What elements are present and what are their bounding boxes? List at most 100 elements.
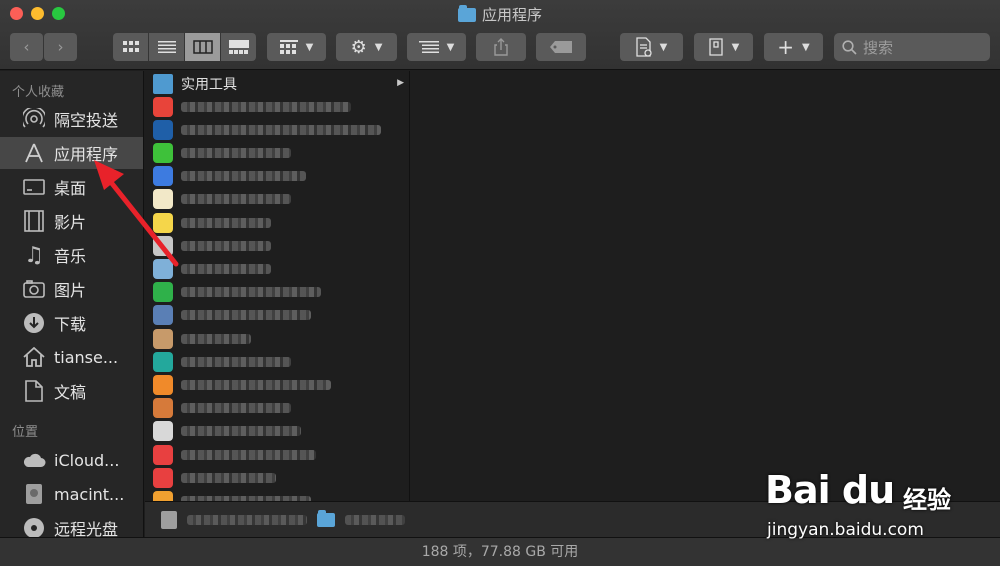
group-by-button[interactable]: ▼ (267, 33, 326, 61)
sidebar-item-label: 影片 (54, 213, 87, 232)
share-icon (494, 38, 508, 56)
baidu-logo: Bai du (765, 468, 895, 512)
list-item-app[interactable] (145, 165, 409, 188)
search-icon (842, 39, 857, 55)
list-item-app[interactable] (145, 211, 409, 234)
app-icon (153, 119, 173, 140)
path-segment[interactable] (187, 514, 307, 525)
path-segment[interactable] (345, 514, 405, 525)
list-item-utilities[interactable]: 实用工具 ▶ (145, 72, 409, 95)
arrange-button[interactable]: ▼ (407, 33, 466, 61)
archive-button[interactable]: ▼ (694, 33, 753, 61)
back-button[interactable]: ‹ (10, 33, 43, 61)
action-menu-button[interactable]: ⚙ ▼ (336, 33, 397, 61)
sidebar-item-music[interactable]: ♫ 音乐 (0, 239, 143, 271)
list-item-app[interactable] (145, 95, 409, 118)
sidebar-item-airdrop[interactable]: 隔空投送 (0, 103, 143, 135)
list-item-app[interactable] (145, 257, 409, 280)
search-placeholder: 搜索 (863, 38, 894, 57)
chevron-down-icon: ▼ (659, 41, 668, 53)
list-item-app[interactable] (145, 350, 409, 373)
sidebar-item-pictures[interactable]: 图片 (0, 273, 143, 305)
app-name-blurred (181, 379, 331, 390)
list-item-app[interactable] (145, 327, 409, 350)
sidebar-item-label: iCloud... (54, 450, 120, 470)
chevron-right-icon: › (57, 38, 64, 56)
app-name-blurred (181, 124, 381, 135)
sidebar-item-downloads[interactable]: 下载 (0, 307, 143, 339)
title-bar: 应用程序 ‹ › ▼ ⚙ ▼ ▼ ▼ ▼ + ▼ 搜索 (0, 0, 1000, 70)
finder-window: 应用程序 ‹ › ▼ ⚙ ▼ ▼ ▼ ▼ + ▼ 搜索 个人收藏 隔空投送 应用… (0, 0, 1000, 566)
folder-icon (317, 509, 335, 527)
list-item-app[interactable] (145, 466, 409, 489)
app-name-blurred (181, 263, 271, 274)
watermark-cn: 经验 (903, 486, 951, 514)
hard-drive-icon (161, 510, 177, 529)
plus-icon: + (777, 35, 795, 59)
window-title-text: 应用程序 (481, 6, 542, 24)
sidebar-item-documents[interactable]: 文稿 (0, 375, 143, 407)
app-name-blurred (181, 287, 321, 298)
column-view-button[interactable] (185, 33, 220, 61)
app-name-blurred (181, 403, 291, 414)
list-item-app[interactable] (145, 141, 409, 164)
new-document-button[interactable]: ▼ (620, 33, 683, 61)
list-item-app[interactable] (145, 420, 409, 443)
sidebar-item-applications[interactable]: 应用程序 (0, 137, 143, 169)
search-field[interactable]: 搜索 (834, 33, 990, 61)
forward-button[interactable]: › (44, 33, 77, 61)
app-icon (153, 351, 173, 372)
app-name-blurred (181, 217, 271, 228)
sidebar-item-macintosh[interactable]: macint... (0, 478, 143, 510)
list-item-app[interactable] (145, 397, 409, 420)
sidebar-item-icloud[interactable]: iCloud... (0, 444, 143, 476)
sidebar-item-label: 音乐 (54, 247, 87, 266)
folder-icon (153, 73, 173, 94)
app-icon (153, 467, 173, 488)
app-name-blurred (181, 240, 271, 251)
share-button[interactable] (476, 33, 526, 61)
list-item-app[interactable] (145, 118, 409, 141)
app-icon (153, 258, 173, 279)
sidebar-item-label: 应用程序 (54, 145, 119, 164)
list-item-app[interactable] (145, 489, 409, 501)
list-item-app[interactable] (145, 304, 409, 327)
app-name-blurred (181, 310, 311, 321)
sidebar-item-movies[interactable]: 影片 (0, 205, 143, 237)
chevron-down-icon: ▼ (446, 41, 455, 53)
sidebar-item-label: 隔空投送 (54, 111, 119, 130)
desktop-icon (22, 175, 46, 199)
gallery-icon (228, 40, 249, 54)
app-name-blurred (181, 356, 291, 367)
list-item-app[interactable] (145, 373, 409, 396)
sidebar-item-label: 文稿 (54, 383, 87, 402)
sidebar-item-home[interactable]: tianse... (0, 341, 143, 373)
app-icon (153, 374, 173, 395)
icon-view-button[interactable] (113, 33, 148, 61)
sidebar-item-label: macint... (54, 484, 125, 504)
list-icon (157, 41, 176, 53)
sidebar-item-label: tianse... (54, 347, 119, 367)
app-icon (153, 166, 173, 187)
app-name-blurred (181, 333, 251, 344)
tag-icon (550, 41, 572, 53)
sidebar-item-label: 图片 (54, 281, 87, 300)
chevron-down-icon: ▼ (305, 41, 314, 53)
gallery-view-button[interactable] (221, 33, 256, 61)
list-item-app[interactable] (145, 281, 409, 304)
sidebar: 个人收藏 隔空投送 应用程序 桌面 影片 ♫ 音乐 图片 下载 tianse..… (0, 71, 144, 539)
downloads-icon (22, 311, 46, 335)
app-icon (153, 421, 173, 442)
add-button[interactable]: + ▼ (764, 33, 823, 61)
file-column: 实用工具 ▶ (145, 71, 410, 501)
list-item-app[interactable] (145, 188, 409, 211)
tags-button[interactable] (536, 33, 586, 61)
list-item-label: 实用工具 (181, 76, 237, 93)
applications-icon (22, 141, 46, 165)
list-view-button[interactable] (149, 33, 184, 61)
list-item-app[interactable] (145, 234, 409, 257)
sidebar-item-desktop[interactable]: 桌面 (0, 171, 143, 203)
app-icon (153, 96, 173, 117)
list-item-app[interactable] (145, 443, 409, 466)
group-icon (279, 40, 298, 54)
